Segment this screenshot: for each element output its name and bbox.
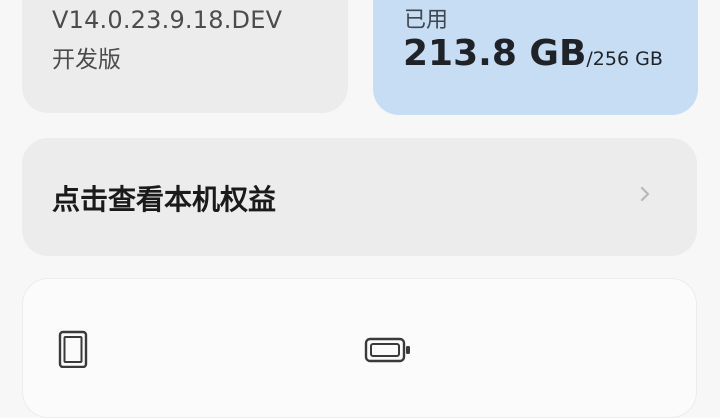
device-benefits-label: 点击查看本机权益 — [52, 183, 277, 216]
chevron-right-icon — [640, 186, 650, 202]
battery-icon — [364, 337, 410, 363]
system-build-type: 开发版 — [52, 47, 121, 73]
storage-value: 213.8 GB /256 GB — [403, 33, 663, 74]
system-version-text: V14.0.23.9.18.DEV — [52, 6, 283, 34]
storage-used-label: 已用 — [404, 8, 449, 33]
storage-used-amount: 213.8 GB — [403, 33, 587, 74]
storage-total-amount: /256 GB — [586, 48, 663, 70]
phone-icon — [58, 330, 88, 368]
device-info-card[interactable] — [22, 278, 697, 418]
